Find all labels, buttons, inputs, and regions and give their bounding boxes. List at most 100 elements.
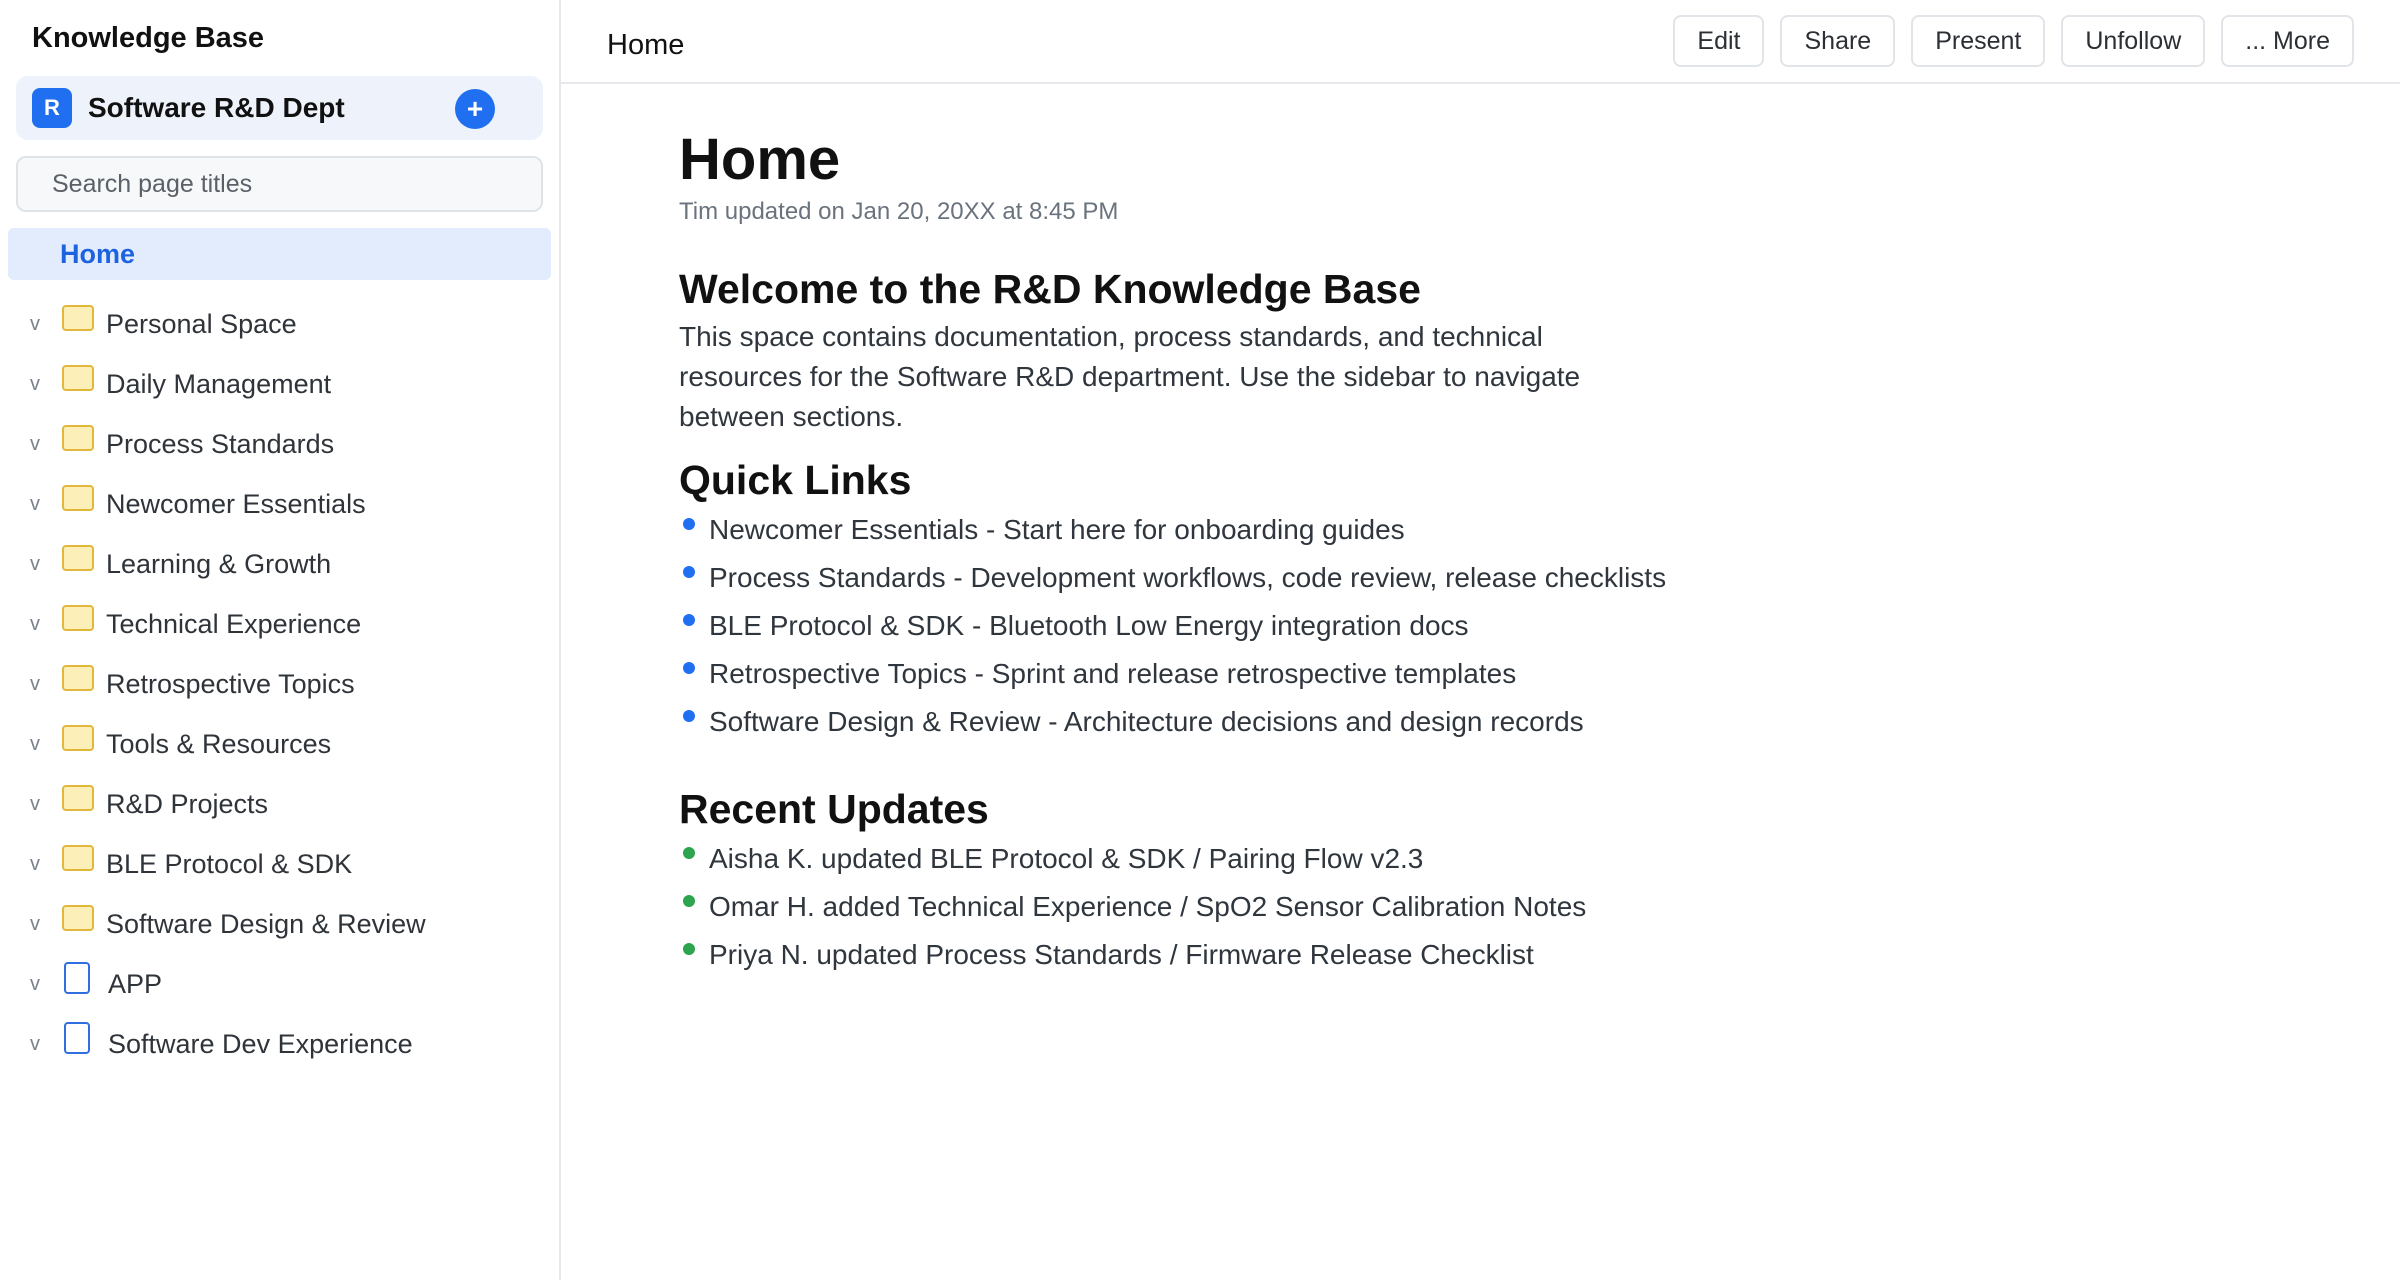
folder-icon <box>62 305 94 331</box>
sidebar-item-label: Retrospective Topics <box>106 668 355 699</box>
sidebar-item-tools-resources[interactable]: v Tools & Resources <box>16 714 543 774</box>
sidebar-item-technical-experience[interactable]: v Technical Experience <box>16 594 543 654</box>
bullet-icon <box>683 614 695 627</box>
app-window: Knowledge Base R Software R&D Dept + Hom… <box>0 0 2400 1280</box>
quick-link-item[interactable]: Process Standards - Development workflow… <box>679 554 2400 602</box>
recent-update-text: Aisha K. updated BLE Protocol & SDK / Pa… <box>709 843 1424 875</box>
chevron-down-icon[interactable]: v <box>30 673 48 696</box>
quick-link-item[interactable]: Software Design & Review - Architecture … <box>679 698 2400 746</box>
chevron-down-icon[interactable]: v <box>30 973 48 996</box>
page-meta: Tim updated on Jan 20, 20XX at 8:45 PM <box>679 197 1119 225</box>
bullet-icon <box>683 566 695 579</box>
bullet-icon <box>683 847 695 860</box>
page-icon <box>64 962 90 994</box>
chevron-down-icon[interactable]: v <box>30 853 48 876</box>
present-button[interactable]: Present <box>1911 15 2046 67</box>
space-selector[interactable]: R Software R&D Dept + <box>16 76 543 140</box>
welcome-heading: Welcome to the R&D Knowledge Base <box>679 265 1421 312</box>
chevron-down-icon[interactable]: v <box>30 733 48 756</box>
sidebar-item-daily-management[interactable]: v Daily Management <box>16 354 543 414</box>
folder-icon <box>62 485 94 511</box>
quick-link-text: Software Design & Review - Architecture … <box>709 706 1584 738</box>
folder-icon <box>62 845 94 871</box>
page-tree: v Personal Space v Daily Management v Pr… <box>16 294 543 1074</box>
chevron-down-icon[interactable]: v <box>30 913 48 936</box>
folder-icon <box>62 725 94 751</box>
page-content: Home Tim updated on Jan 20, 20XX at 8:45… <box>561 84 2400 979</box>
chevron-down-icon[interactable]: v <box>30 433 48 456</box>
recent-update-item[interactable]: Priya N. updated Process Standards / Fir… <box>679 931 2400 979</box>
sidebar-item-learning-growth[interactable]: v Learning & Growth <box>16 534 543 594</box>
sidebar-item-newcomer-essentials[interactable]: v Newcomer Essentials <box>16 474 543 534</box>
sidebar-item-retrospective-topics[interactable]: v Retrospective Topics <box>16 654 543 714</box>
space-avatar: R <box>32 88 72 128</box>
intro-paragraph: This space contains documentation, proce… <box>679 320 1581 432</box>
folder-icon <box>62 425 94 451</box>
breadcrumb[interactable]: Home <box>607 29 684 62</box>
sidebar-item-label: Technical Experience <box>106 608 362 639</box>
recent-updates-heading: Recent Updates <box>679 786 989 833</box>
recent-updates-list: Aisha K. updated BLE Protocol & SDK / Pa… <box>679 835 2400 979</box>
quick-link-text: Newcomer Essentials - Start here for onb… <box>709 514 1405 546</box>
sidebar-item-label: Software Design & Review <box>106 908 426 939</box>
sidebar-item-label: Process Standards <box>106 428 335 459</box>
chevron-down-icon[interactable]: v <box>30 1033 48 1056</box>
recent-update-text: Omar H. added Technical Experience / SpO… <box>709 891 1587 923</box>
sidebar-item-label: Daily Management <box>106 368 332 399</box>
sidebar-item-ble-protocol-sdk[interactable]: v BLE Protocol & SDK <box>16 834 543 894</box>
sidebar-item-software-design-review[interactable]: v Software Design & Review <box>16 894 543 954</box>
sidebar-item-personal-space[interactable]: v Personal Space <box>16 294 543 354</box>
edit-button[interactable]: Edit <box>1673 15 1765 67</box>
sidebar-item-software-dev-experience[interactable]: v Software Dev Experience <box>16 1014 543 1074</box>
add-page-button[interactable]: + <box>455 89 495 129</box>
search-input[interactable] <box>16 156 543 212</box>
sidebar-item-label: Personal Space <box>106 308 297 339</box>
quick-link-item[interactable]: Retrospective Topics - Sprint and releas… <box>679 650 2400 698</box>
sidebar-item-home[interactable]: Home <box>8 228 551 280</box>
recent-update-item[interactable]: Aisha K. updated BLE Protocol & SDK / Pa… <box>679 835 2400 883</box>
folder-icon <box>62 905 94 931</box>
recent-update-item[interactable]: Omar H. added Technical Experience / SpO… <box>679 883 2400 931</box>
folder-icon <box>62 785 94 811</box>
share-button[interactable]: Share <box>1780 15 1896 67</box>
quick-link-item[interactable]: Newcomer Essentials - Start here for onb… <box>679 506 2400 554</box>
bullet-icon <box>683 662 695 675</box>
recent-update-text: Priya N. updated Process Standards / Fir… <box>709 939 1534 971</box>
chevron-down-icon[interactable]: v <box>30 493 48 516</box>
page-icon <box>64 1022 90 1054</box>
sidebar-item-label: Software Dev Experience <box>108 1028 413 1059</box>
sidebar-item-label: Newcomer Essentials <box>106 488 366 519</box>
folder-icon <box>62 605 94 631</box>
space-name: Software R&D Dept <box>88 92 345 123</box>
quick-link-item[interactable]: BLE Protocol & SDK - Bluetooth Low Energ… <box>679 602 2400 650</box>
chevron-down-icon[interactable]: v <box>30 793 48 816</box>
bullet-icon <box>683 710 695 723</box>
sidebar-item-label: Learning & Growth <box>106 548 332 579</box>
folder-icon <box>62 665 94 691</box>
sidebar-item-label: R&D Projects <box>106 788 269 819</box>
sidebar-title: Knowledge Base <box>32 22 265 54</box>
chevron-down-icon[interactable]: v <box>30 313 48 336</box>
quick-link-text: BLE Protocol & SDK - Bluetooth Low Energ… <box>709 610 1469 642</box>
quick-links-list: Newcomer Essentials - Start here for onb… <box>679 506 2400 746</box>
folder-icon <box>62 365 94 391</box>
sidebar-item-label: BLE Protocol & SDK <box>106 848 353 879</box>
more-button[interactable]: ... More <box>2221 15 2354 67</box>
chevron-down-icon[interactable]: v <box>30 613 48 636</box>
bullet-icon <box>683 895 695 908</box>
sidebar-item-label: Tools & Resources <box>106 728 332 759</box>
bullet-icon <box>683 943 695 956</box>
sidebar-item-label: APP <box>108 968 163 999</box>
main-area: Home Edit Share Present Unfollow ... Mor… <box>561 0 2400 1280</box>
chevron-down-icon[interactable]: v <box>30 553 48 576</box>
sidebar-item-process-standards[interactable]: v Process Standards <box>16 414 543 474</box>
sidebar-item-rd-projects[interactable]: v R&D Projects <box>16 774 543 834</box>
unfollow-button[interactable]: Unfollow <box>2061 15 2206 67</box>
page-actions: Edit Share Present Unfollow ... More <box>1673 15 2354 67</box>
bullet-icon <box>683 518 695 531</box>
chevron-down-icon[interactable]: v <box>30 373 48 396</box>
page-title: Home <box>679 127 841 192</box>
sidebar-item-app[interactable]: v APP <box>16 954 543 1014</box>
folder-icon <box>62 545 94 571</box>
quick-links-heading: Quick Links <box>679 456 912 503</box>
